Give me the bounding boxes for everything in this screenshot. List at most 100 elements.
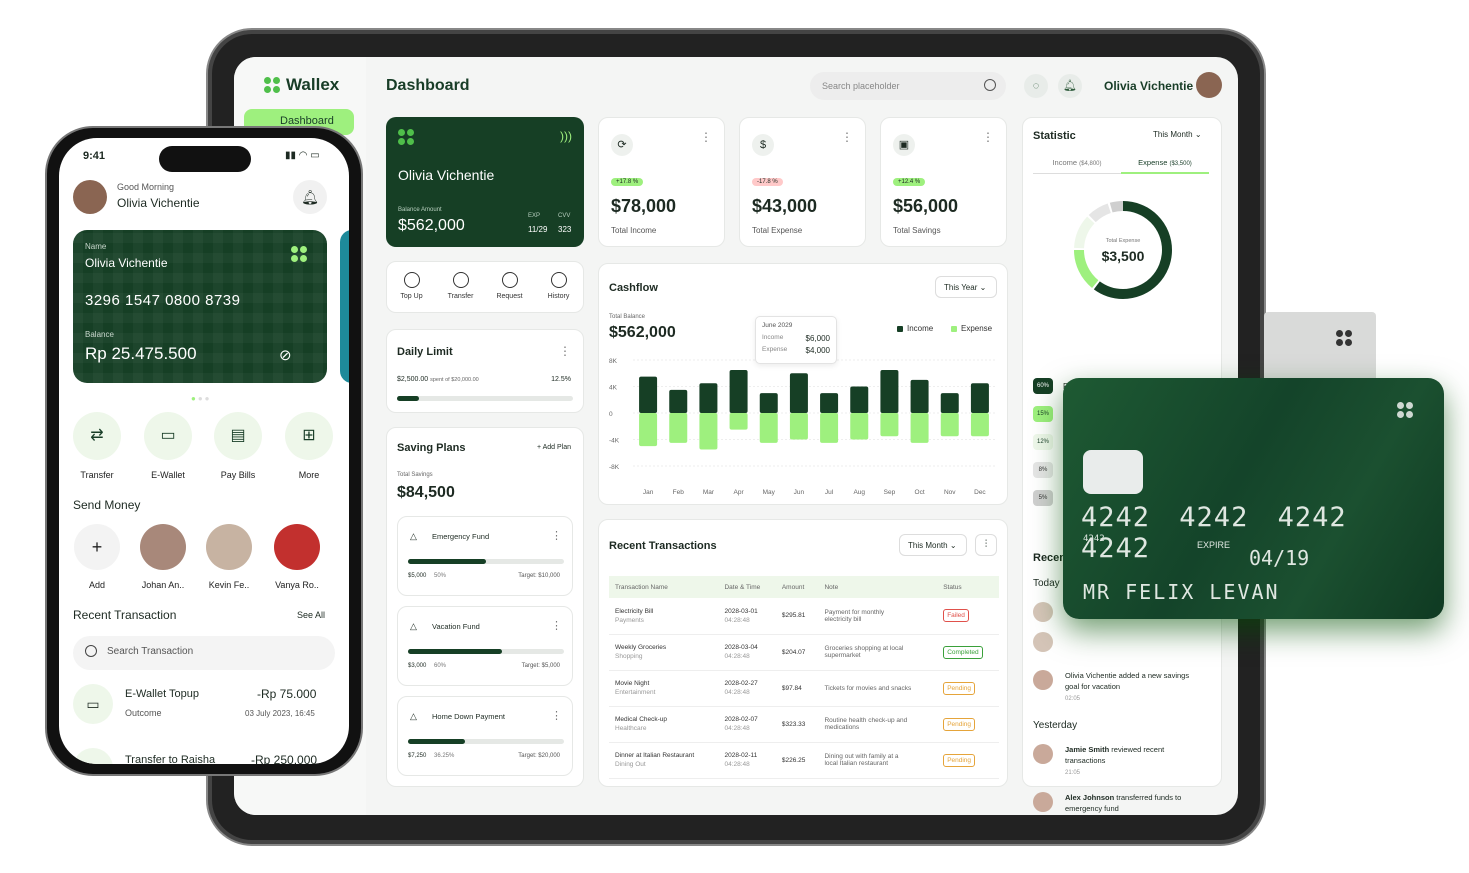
bar-income[interactable] (789, 373, 808, 413)
column-header[interactable]: Transaction Name (609, 576, 719, 598)
bar-expense[interactable] (940, 413, 959, 437)
bar-income[interactable] (639, 376, 658, 413)
stat-card-income[interactable]: ⟳ ⋮ +17.8 % $78,000 Total Income (598, 117, 725, 247)
pagination-dots[interactable]: ●●● (191, 394, 212, 403)
history-button[interactable]: History (534, 262, 583, 300)
activity-item[interactable]: Jamie Smith reviewed recent transactions 2… (1065, 744, 1164, 779)
bar-expense[interactable] (880, 413, 899, 437)
search-transaction-input[interactable]: Search Transaction (73, 636, 335, 670)
contact-item[interactable]: Kevin Fe.. (201, 524, 257, 590)
cell-name: Medical Check-up Healthcare (609, 706, 719, 743)
bell-icon[interactable]: 🔔︎ (293, 180, 327, 214)
table-row[interactable]: Dinner at Italian Restaurant Dining Out 2… (609, 742, 999, 779)
ewallet-button[interactable]: ▭ E-Wallet (142, 412, 194, 480)
avatar[interactable] (73, 180, 107, 214)
more-icon[interactable]: ⋮ (841, 130, 853, 144)
phone-card[interactable]: Name Olivia Vichentie 3296 1547 0800 873… (73, 230, 327, 383)
transfer-button[interactable]: ⇄ Transfer (71, 412, 123, 480)
more-icon[interactable]: ⋮ (700, 130, 712, 144)
column-header[interactable]: Status (937, 576, 999, 598)
more-icon[interactable]: ⋮ (551, 619, 562, 632)
transactions-period-select[interactable]: This Month ⌄ (899, 534, 967, 556)
next-card[interactable] (340, 230, 349, 383)
more-icon[interactable]: ⋮ (551, 529, 562, 542)
daily-limit-card: Daily Limit ⋮ $2,500.00 spent of $20,000… (386, 329, 584, 413)
user-name[interactable]: Olivia Vichentie (1104, 79, 1193, 93)
bar-expense[interactable] (729, 413, 748, 430)
bar-expense[interactable] (639, 413, 658, 447)
tab-expense[interactable]: Expense ($3,500) (1121, 158, 1209, 174)
x-tick-label: Jul (825, 489, 834, 496)
signal-icon: ▮▮ ◠ ▭ (285, 150, 320, 161)
more-icon[interactable]: ⋮ (559, 344, 571, 358)
bell-icon[interactable]: 🔔︎ (1058, 74, 1082, 98)
contact-item[interactable]: Johan An.. (135, 524, 191, 590)
logo[interactable]: Wallex (264, 75, 339, 95)
eye-off-icon[interactable]: ⊘ (279, 346, 292, 364)
see-all-link[interactable]: See All (297, 610, 325, 620)
activity-yesterday: Yesterday (1033, 720, 1078, 731)
add-plan-button[interactable]: + Add Plan (537, 444, 571, 451)
column-header[interactable]: Date & Time (718, 576, 776, 598)
request-button[interactable]: Request (485, 262, 534, 300)
cell-date: 2028-02-27 04:28:48 (718, 670, 776, 707)
stat-card-expense[interactable]: $ ⋮ -17.8 % $43,000 Total Expense (739, 117, 866, 247)
bar-income[interactable] (970, 383, 989, 413)
contact-item[interactable]: Vanya Ro.. (269, 524, 325, 590)
bar-income[interactable] (850, 386, 869, 414)
table-row[interactable]: Weekly Groceries Shopping 2028-03-04 04:28… (609, 634, 999, 671)
y-tick-label: 8K (609, 358, 618, 365)
cell-status: Pending (937, 706, 999, 743)
more-button[interactable]: ⊞ More (283, 412, 335, 480)
saving-plan-item[interactable]: △ Emergency Fund ⋮ $5,000 50% Target: $1… (397, 516, 573, 596)
more-icon[interactable]: ⋮ (551, 709, 562, 722)
bar-expense[interactable] (789, 413, 808, 440)
transfer-icon (452, 272, 469, 288)
donut-center-value: $3,500 (1101, 248, 1145, 264)
chip-icon (1083, 450, 1143, 494)
bar-income[interactable] (759, 393, 778, 413)
credit-card[interactable]: 4242 4242 4242 4242 4242 EXPIRE 04/19 MR… (1063, 378, 1444, 619)
filter-icon[interactable]: ⫶ (975, 534, 997, 556)
bar-income[interactable] (820, 393, 839, 413)
bar-expense[interactable] (850, 413, 869, 440)
column-header[interactable]: Note (818, 576, 938, 598)
tx-note: local Italian restaurant (824, 760, 889, 767)
bar-income[interactable] (729, 369, 748, 413)
column-header[interactable]: Amount (775, 576, 819, 598)
tab-income-value: ($4,800) (1079, 161, 1102, 167)
bar-expense[interactable] (970, 413, 989, 437)
table-row[interactable]: Movie Night Entertainment 2028-02-27 04:28… (609, 670, 999, 707)
stat-card-savings[interactable]: ▣ ⋮ +12.4 % $56,000 Total Savings (880, 117, 1007, 247)
table-row[interactable]: Medical Check-up Healthcare 2028-02-07 04:… (609, 706, 999, 743)
bar-expense[interactable] (699, 413, 718, 450)
bar-income[interactable] (669, 389, 688, 413)
chat-icon[interactable]: ◌ (1024, 74, 1048, 98)
bar-expense[interactable] (910, 413, 929, 443)
search-icon[interactable] (984, 79, 996, 91)
more-icon[interactable]: ⋮ (982, 130, 994, 144)
topup-button[interactable]: Top Up (387, 262, 436, 300)
tab-income[interactable]: Income ($4,800) (1033, 158, 1121, 174)
bar-income[interactable] (880, 369, 899, 413)
pay-bills-button[interactable]: ▤ Pay Bills (212, 412, 264, 480)
bar-expense[interactable] (820, 413, 839, 443)
bar-income[interactable] (910, 379, 929, 413)
avatar[interactable] (1196, 72, 1222, 98)
statistic-period-select[interactable]: This Month ⌄ (1153, 130, 1202, 139)
search-placeholder: Search Transaction (107, 646, 194, 657)
transfer-button[interactable]: Transfer (436, 262, 485, 300)
bar-expense[interactable] (759, 413, 778, 443)
saving-plan-item[interactable]: △ Home Down Payment ⋮ $7,250 36.25% Targ… (397, 696, 573, 776)
bar-income[interactable] (699, 383, 718, 413)
x-tick-label: Oct (915, 489, 925, 496)
saving-plan-item[interactable]: △ Vacation Fund ⋮ $3,000 60% Target: $5,… (397, 606, 573, 686)
bar-income[interactable] (940, 393, 959, 413)
stat-percent-badge: 5% (1033, 490, 1053, 506)
search-input[interactable]: Search placeholder (810, 72, 1006, 100)
add-contact-button[interactable]: + Add (69, 524, 125, 590)
bar-expense[interactable] (669, 413, 688, 443)
balance-card[interactable]: ))) Olivia Vichentie Balance Amount $562… (386, 117, 584, 247)
activity-item[interactable]: Alex Johnson transferred funds to emergen… (1065, 792, 1181, 815)
table-row[interactable]: Electricity Bill Payments 2028-03-01 04:28… (609, 598, 999, 635)
